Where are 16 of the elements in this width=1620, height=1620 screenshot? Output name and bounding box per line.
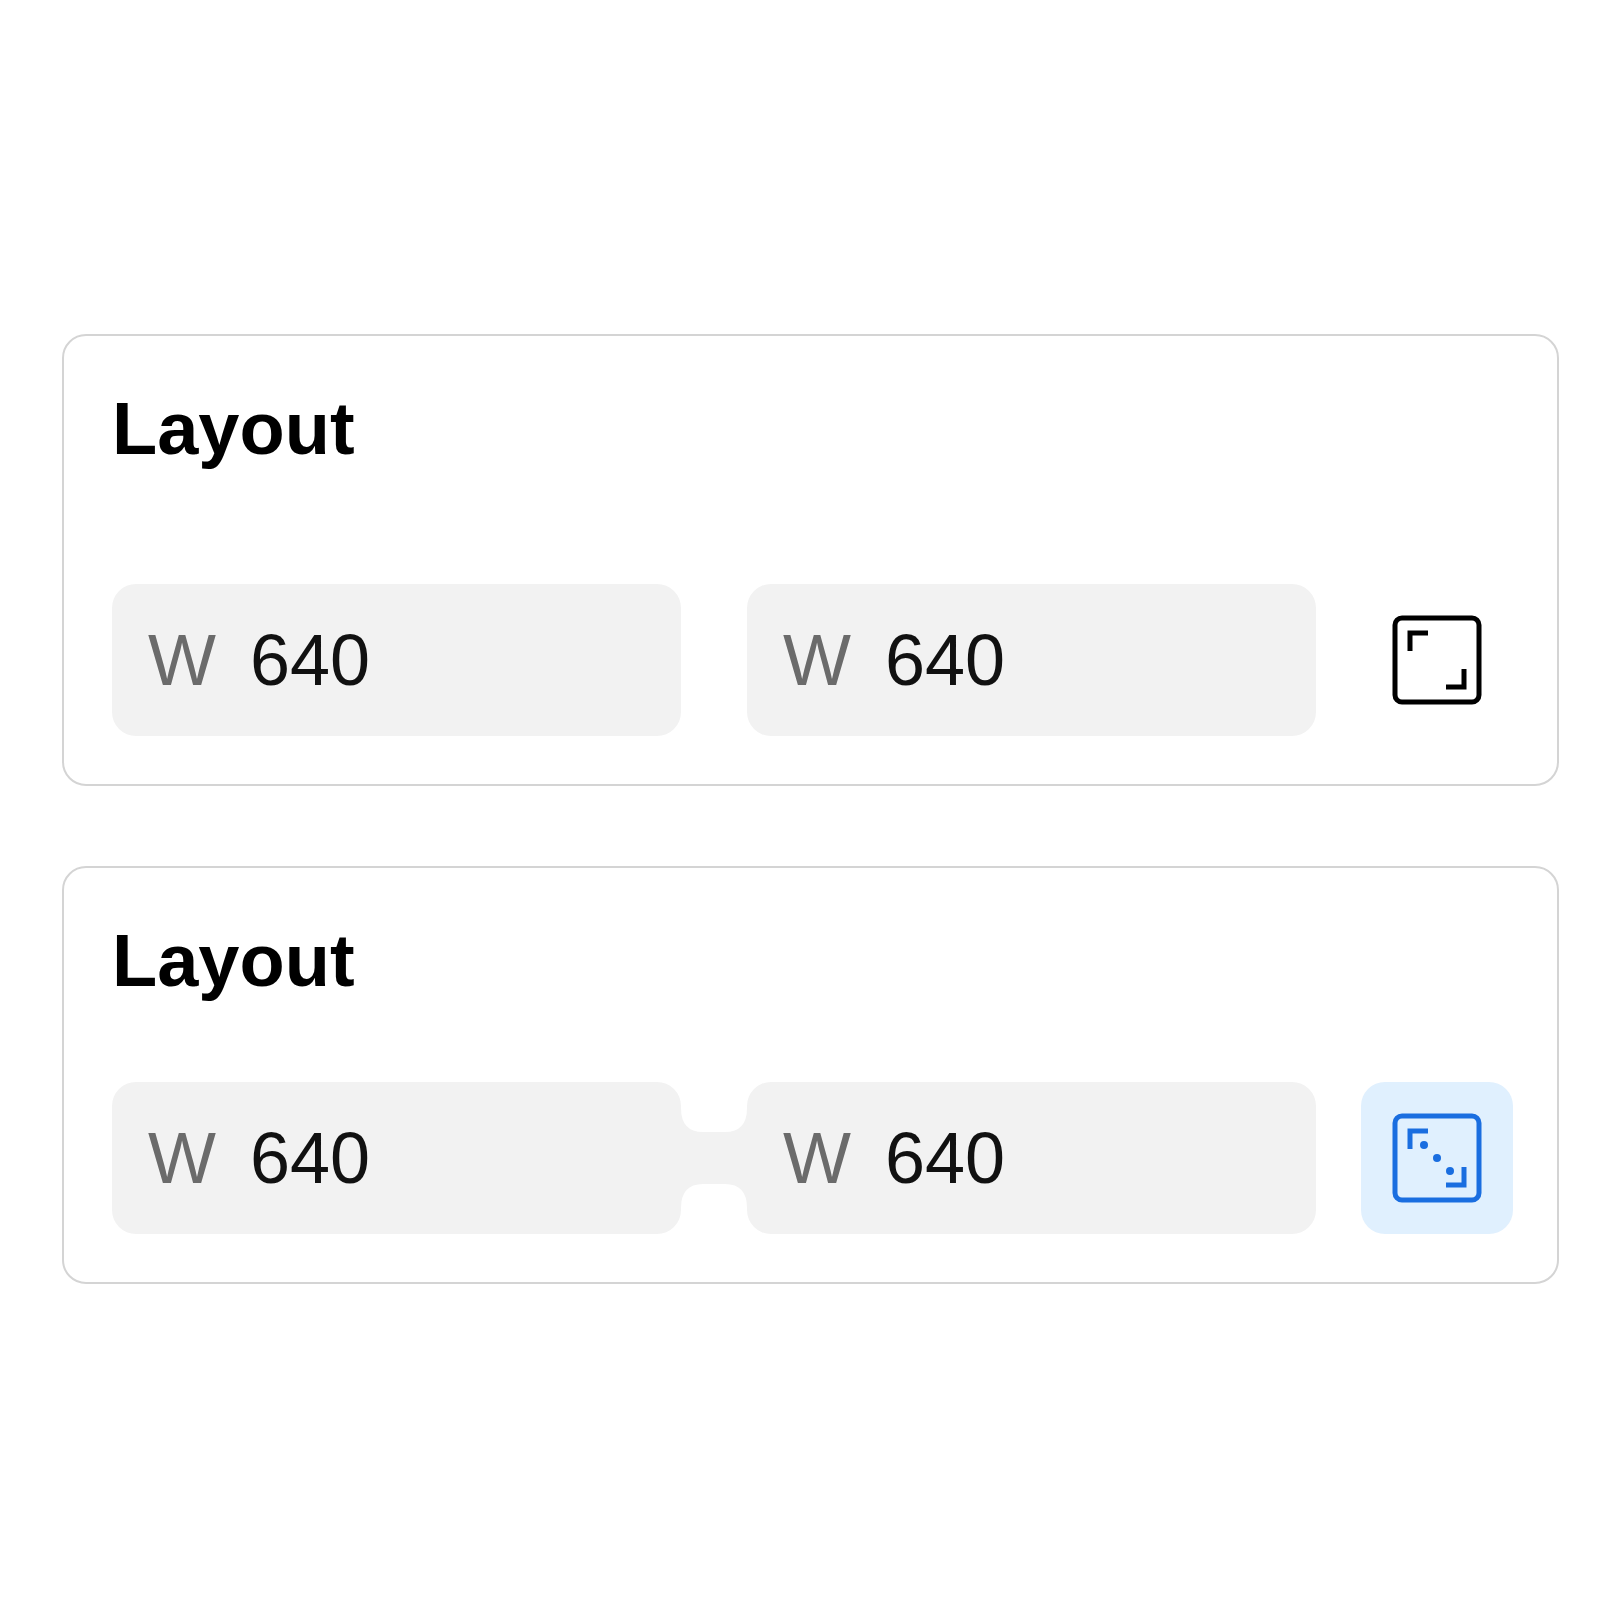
field-label: W [148, 1117, 216, 1199]
width-field[interactable]: W 640 [747, 584, 1316, 736]
field-value: 640 [884, 619, 1006, 701]
field-label: W [148, 619, 216, 701]
section-title: Layout [112, 918, 355, 1004]
section-title: Layout [112, 386, 355, 472]
width-field[interactable]: W 640 [112, 1082, 681, 1234]
linked-frame-icon [1392, 1113, 1482, 1203]
width-field[interactable]: W 640 [112, 584, 681, 736]
width-field[interactable]: W 640 [747, 1082, 1316, 1234]
field-label: W [783, 1117, 851, 1199]
field-label: W [783, 619, 851, 701]
field-value: 640 [249, 1117, 371, 1199]
field-value: 640 [249, 619, 371, 701]
field-value: 640 [884, 1117, 1006, 1199]
frame-icon [1392, 615, 1482, 705]
